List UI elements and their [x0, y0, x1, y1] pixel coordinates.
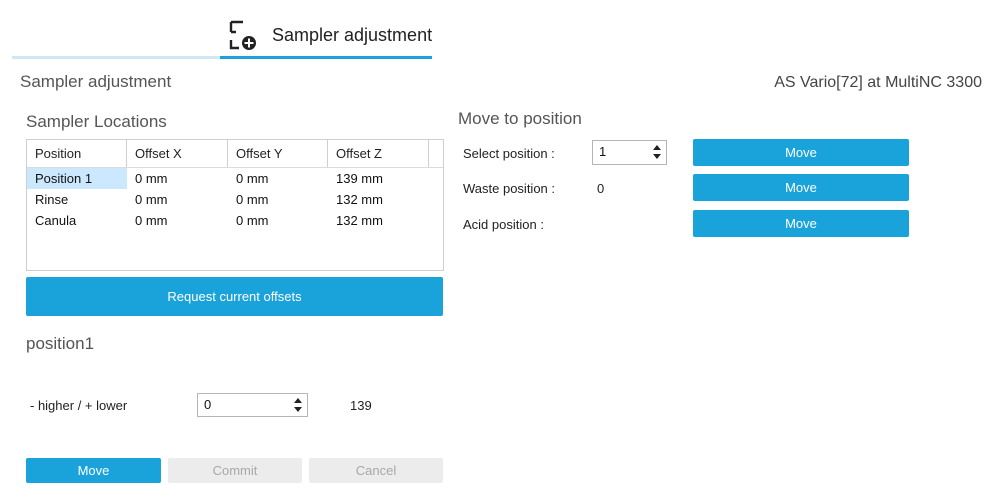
table-row[interactable]: Position 1 0 mm 0 mm 139 mm	[27, 168, 443, 189]
spin-arrows-icon[interactable]	[293, 396, 303, 414]
waste-position-value: 0	[597, 181, 605, 196]
cell-offset-x[interactable]: 0 mm	[127, 189, 228, 210]
cell-offset-z[interactable]: 139 mm	[328, 168, 429, 189]
sampler-locations-title: Sampler Locations	[26, 112, 167, 131]
cell-position[interactable]: Canula	[27, 210, 127, 231]
adjust-offset-stepper[interactable]: 0	[197, 393, 308, 417]
table-row[interactable]: Canula 0 mm 0 mm 132 mm	[27, 210, 443, 231]
cell-offset-x[interactable]: 0 mm	[127, 168, 228, 189]
request-current-offsets-button[interactable]: Request current offsets	[26, 277, 443, 316]
column-header-offset-z[interactable]: Offset Z	[328, 140, 429, 167]
waste-position-label: Waste position :	[463, 181, 556, 196]
tab-underline-inactive	[12, 56, 220, 59]
cell-offset-y[interactable]: 0 mm	[228, 189, 328, 210]
table-row[interactable]: Rinse 0 mm 0 mm 132 mm	[27, 189, 443, 210]
adjust-position-title: position1	[26, 334, 95, 353]
move-acid-position-button[interactable]: Move	[693, 210, 909, 237]
adjust-offset-value[interactable]: 0	[204, 397, 211, 412]
move-to-position-title: Move to position	[458, 109, 582, 128]
commit-button[interactable]: Commit	[168, 458, 302, 483]
cell-position[interactable]: Position 1	[27, 168, 127, 189]
instrument-name: AS Vario[72] at MultiNC 3300	[774, 74, 982, 91]
column-header-offset-x[interactable]: Offset X	[127, 140, 228, 167]
cell-position[interactable]: Rinse	[27, 189, 127, 210]
adjust-move-button[interactable]: Move	[26, 458, 161, 483]
move-select-position-button[interactable]: Move	[693, 139, 909, 166]
sampler-locations-grid[interactable]: Position Offset X Offset Y Offset Z Posi…	[26, 139, 444, 271]
cancel-button[interactable]: Cancel	[309, 458, 443, 483]
move-waste-position-button[interactable]: Move	[693, 174, 909, 201]
higher-lower-label: - higher / + lower	[30, 398, 128, 413]
tab-sampler-adjustment[interactable]: Sampler adjustment	[272, 25, 432, 46]
tab-bar: Sampler adjustment	[0, 0, 984, 62]
select-position-label: Select position :	[463, 146, 555, 161]
cell-offset-y[interactable]: 0 mm	[228, 210, 328, 231]
tab-underline-active	[220, 56, 432, 59]
cell-offset-y[interactable]: 0 mm	[228, 168, 328, 189]
sampler-adjustment-icon[interactable]	[227, 18, 261, 52]
page-subtitle: Sampler adjustment	[20, 72, 172, 91]
cell-offset-z[interactable]: 132 mm	[328, 189, 429, 210]
select-position-value[interactable]: 1	[599, 144, 606, 159]
column-header-offset-y[interactable]: Offset Y	[228, 140, 328, 167]
grid-header: Position Offset X Offset Y Offset Z	[27, 140, 443, 168]
cell-offset-z[interactable]: 132 mm	[328, 210, 429, 231]
column-header-position[interactable]: Position	[27, 140, 127, 167]
acid-position-label: Acid position :	[463, 217, 544, 232]
cell-offset-x[interactable]: 0 mm	[127, 210, 228, 231]
current-offset-value: 139	[350, 398, 372, 413]
spin-arrows-icon[interactable]	[652, 143, 662, 161]
select-position-stepper[interactable]: 1	[592, 140, 667, 165]
